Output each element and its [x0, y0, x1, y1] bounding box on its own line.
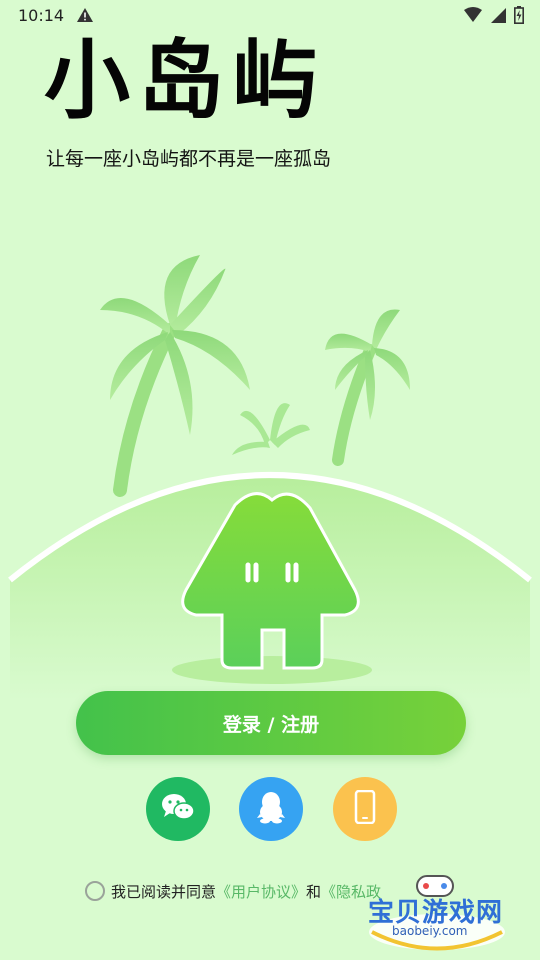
status-time: 10:14	[18, 6, 65, 25]
agreement-row: 我已阅读并同意 《用户协议》 和 《隐私政	[85, 878, 381, 904]
system-icons	[464, 6, 524, 28]
warning-icon	[76, 7, 94, 27]
watermark-url: baobeiy.com	[392, 924, 468, 938]
island-illustration	[8, 255, 532, 700]
qq-penguin-icon	[256, 790, 286, 828]
battery-icon	[514, 6, 524, 28]
qq-login-button[interactable]	[239, 777, 303, 841]
app-title: 小岛屿	[44, 31, 326, 131]
login-register-button[interactable]: 登录 / 注册	[76, 691, 466, 755]
user-agreement-link[interactable]: 《用户协议》	[216, 881, 306, 902]
signal-icon	[490, 7, 506, 27]
bush	[232, 403, 310, 455]
wifi-icon	[464, 7, 482, 27]
agreement-and: 和	[306, 882, 322, 901]
phone-icon	[354, 789, 376, 828]
palm-tree-left	[100, 255, 250, 435]
palm-tree-right	[325, 309, 410, 420]
wechat-login-button[interactable]	[146, 777, 210, 841]
status-bar: 10:14	[0, 0, 540, 32]
phone-login-button[interactable]	[333, 777, 397, 841]
agreement-prefix: 我已阅读并同意	[111, 882, 217, 901]
app-subtitle: 让每一座小岛屿都不再是一座孤岛	[46, 148, 332, 170]
wechat-icon	[160, 792, 196, 826]
watermark: 宝贝游戏网 baobeiy.com	[362, 870, 512, 954]
agreement-checkbox[interactable]	[85, 881, 105, 901]
